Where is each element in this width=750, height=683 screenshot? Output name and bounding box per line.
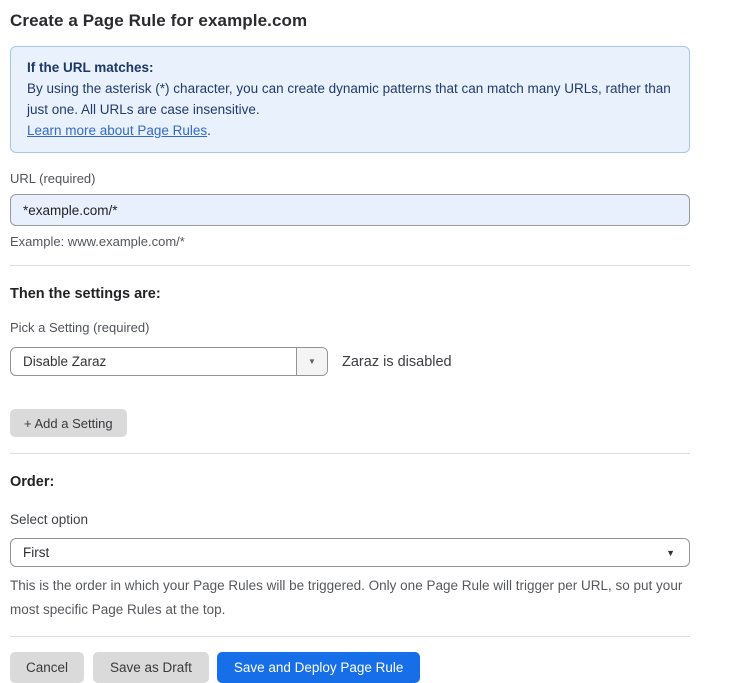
url-example-text: Example: www.example.com/* — [10, 234, 690, 249]
url-input[interactable] — [10, 194, 690, 226]
chevron-down-icon: ▼ — [666, 548, 675, 558]
save-and-deploy-button[interactable]: Save and Deploy Page Rule — [217, 652, 421, 683]
link-period: . — [207, 123, 211, 138]
divider — [10, 636, 690, 637]
order-select[interactable]: First ▼ — [10, 538, 690, 567]
divider — [10, 265, 690, 266]
setting-row: Disable Zaraz ▼ Zaraz is disabled — [10, 347, 690, 376]
setting-picker-label: Pick a Setting (required) — [10, 320, 690, 335]
setting-select-arrow-button[interactable]: ▼ — [296, 348, 327, 375]
form-actions: Cancel Save as Draft Save and Deploy Pag… — [10, 652, 690, 683]
settings-section-heading: Then the settings are: — [10, 286, 690, 302]
order-select-label: Select option — [10, 512, 690, 527]
setting-select-value: Disable Zaraz — [11, 348, 296, 375]
add-setting-button[interactable]: + Add a Setting — [10, 409, 127, 437]
page-title: Create a Page Rule for example.com — [10, 11, 690, 31]
divider — [10, 453, 690, 454]
chevron-down-icon: ▼ — [308, 357, 316, 366]
info-box-body: By using the asterisk (*) character, you… — [27, 78, 673, 120]
cancel-button[interactable]: Cancel — [10, 652, 84, 683]
order-help-text: This is the order in which your Page Rul… — [10, 574, 690, 622]
url-field-label: URL (required) — [10, 171, 690, 186]
page-rule-form: Create a Page Rule for example.com If th… — [10, 0, 690, 683]
learn-more-link[interactable]: Learn more about Page Rules — [27, 123, 207, 138]
setting-status-text: Zaraz is disabled — [342, 354, 452, 370]
save-as-draft-button[interactable]: Save as Draft — [93, 652, 209, 683]
info-box-heading: If the URL matches: — [27, 57, 673, 78]
url-match-info-box: If the URL matches: By using the asteris… — [10, 46, 690, 153]
setting-select[interactable]: Disable Zaraz ▼ — [10, 347, 328, 376]
info-box-link-line: Learn more about Page Rules. — [27, 120, 673, 141]
order-select-value: First — [23, 545, 49, 560]
order-section-heading: Order: — [10, 474, 690, 490]
